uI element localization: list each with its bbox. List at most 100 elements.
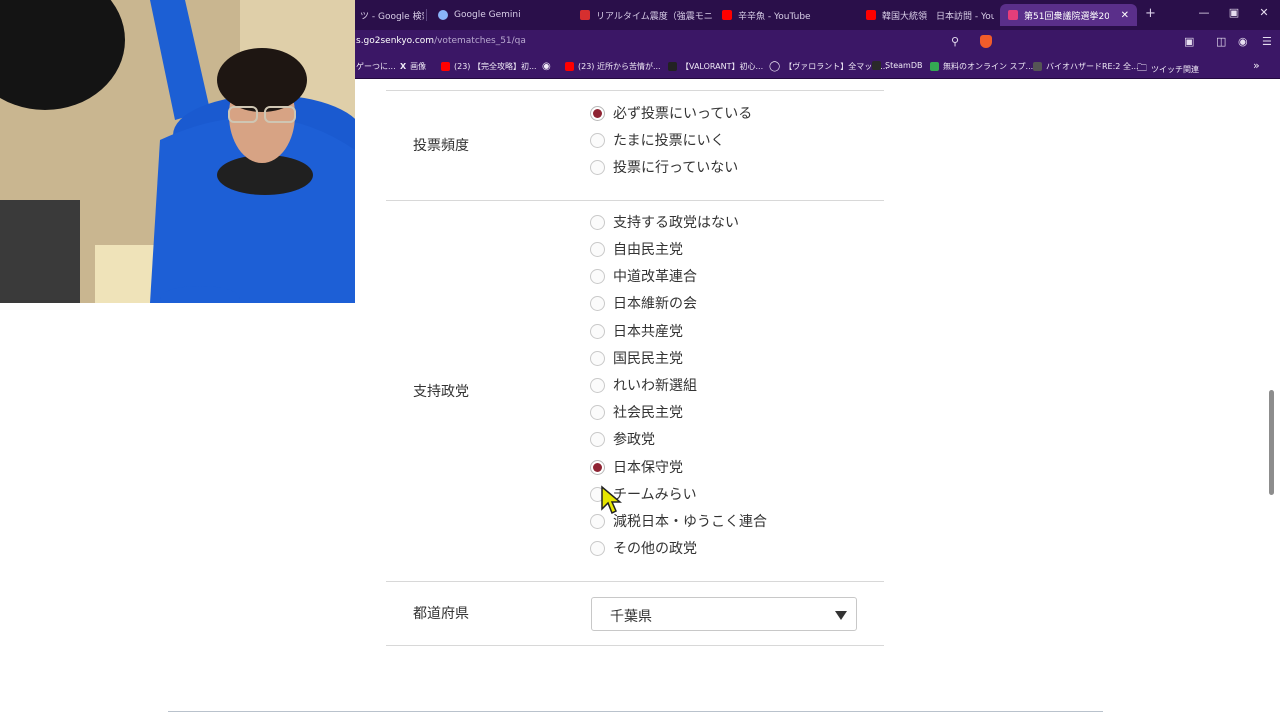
option-label: その他の政党 xyxy=(613,541,697,557)
youtube-icon xyxy=(722,10,732,20)
folder-icon: 🗀 xyxy=(1137,63,1147,74)
tab-google-gemini[interactable]: Google Gemini xyxy=(430,4,570,26)
bookmark-item[interactable]: ◉ xyxy=(542,61,551,72)
party-option[interactable]: 自由民主党 xyxy=(590,239,683,259)
bookmark-label: (23) 近所から苦情が... xyxy=(578,62,661,71)
vote-frequency-option[interactable]: たまに投票にいく xyxy=(590,130,725,150)
radio-button[interactable] xyxy=(590,132,605,148)
radio-button[interactable] xyxy=(590,323,605,339)
url-field[interactable]: s.go2senkyo.com/votematches_51/qa xyxy=(356,36,526,46)
party-option[interactable]: 日本共産党 xyxy=(590,321,683,341)
radio-button[interactable] xyxy=(590,431,605,447)
tab-google-search[interactable]: ツ - Google 検索 xyxy=(352,4,424,26)
party-option[interactable]: その他の政党 xyxy=(590,538,697,558)
bookmark-item[interactable]: (23) 【完全攻略】初... xyxy=(441,61,537,72)
radio-button[interactable] xyxy=(590,404,605,420)
scrollbar-thumb[interactable] xyxy=(1269,390,1274,495)
option-label: 参政党 xyxy=(613,432,655,448)
dropdown-arrow-icon xyxy=(835,611,847,620)
valorant-icon xyxy=(668,62,677,71)
prefecture-label: 都道府県 xyxy=(413,606,469,622)
bookmark-label: (23) 【完全攻略】初... xyxy=(454,62,537,71)
webcam-overlay xyxy=(0,0,355,303)
x-logo-icon: X xyxy=(400,62,407,71)
radio-button[interactable] xyxy=(590,513,605,529)
tab-label: リアルタイム震度（強震モニタ） xyxy=(596,11,712,22)
restore-window-icon[interactable]: ▣ xyxy=(1226,6,1242,19)
close-window-icon[interactable]: ✕ xyxy=(1256,6,1272,19)
radio-button[interactable] xyxy=(590,241,605,257)
divider xyxy=(386,200,884,201)
party-option[interactable]: 日本保守党 xyxy=(590,457,683,477)
globe-icon: ◉ xyxy=(542,61,551,72)
option-label: 必ず投票にいっている xyxy=(613,106,753,122)
bookmark-item[interactable]: バイオハザードRE:2 全... xyxy=(1033,61,1139,72)
radio-button[interactable] xyxy=(590,459,605,475)
tab-label: ツ - Google 検索 xyxy=(360,11,424,22)
sidebar-icon[interactable]: ◫ xyxy=(1216,35,1226,48)
vote-frequency-option[interactable]: 投票に行っていない xyxy=(590,157,738,177)
bookmark-item[interactable]: (23) 近所から苦情が... xyxy=(565,61,661,72)
zoom-icon[interactable]: ⚲ xyxy=(951,35,959,48)
option-label: 投票に行っていない xyxy=(613,160,739,176)
tab-youtube-shinshingyo[interactable]: 辛辛魚 - YouTube xyxy=(714,4,854,26)
close-tab-icon[interactable]: ✕ xyxy=(1121,10,1129,21)
party-option[interactable]: 日本維新の会 xyxy=(590,293,697,313)
bookmark-item[interactable]: ◯ 【ヴァロラント】全マップ... xyxy=(769,61,888,72)
bookmark-item[interactable]: X 画像 xyxy=(400,61,426,72)
option-label: 支持する政党はない xyxy=(613,215,739,231)
vote-frequency-label: 投票頻度 xyxy=(413,138,469,154)
brave-shields-icon[interactable] xyxy=(980,35,992,48)
menu-icon[interactable]: ☰ xyxy=(1262,35,1272,48)
party-option[interactable]: 参政党 xyxy=(590,429,655,449)
bookmark-label: ゲーつに... xyxy=(356,62,396,71)
option-label: 日本維新の会 xyxy=(613,296,697,312)
option-label: 日本共産党 xyxy=(613,324,683,340)
youtube-icon xyxy=(441,62,450,71)
more-bookmarks-icon[interactable]: » xyxy=(1253,59,1260,72)
youtube-icon xyxy=(565,62,574,71)
radio-button[interactable] xyxy=(590,159,605,175)
spreadsheet-icon xyxy=(930,62,939,71)
radio-button[interactable] xyxy=(590,350,605,366)
radio-button[interactable] xyxy=(590,268,605,284)
radio-button[interactable] xyxy=(590,105,605,121)
radio-button[interactable] xyxy=(590,377,605,393)
new-tab-button[interactable]: + xyxy=(1145,6,1156,21)
supported-party-label: 支持政党 xyxy=(413,384,469,400)
radio-button[interactable] xyxy=(590,214,605,230)
scrollbar[interactable] xyxy=(1267,80,1276,716)
minimize-window-icon[interactable]: — xyxy=(1196,6,1212,19)
tab-realtime-quake[interactable]: リアルタイム震度（強震モニタ） xyxy=(572,4,712,26)
option-label: 中道改革連合 xyxy=(613,269,697,285)
party-option[interactable]: 国民民主党 xyxy=(590,348,683,368)
tab-youtube-korea[interactable]: 韓国大統領 日本訪問 - YouTu xyxy=(858,4,994,26)
party-option[interactable]: 中道改革連合 xyxy=(590,266,697,286)
party-option[interactable]: 社会民主党 xyxy=(590,402,683,422)
extensions-icon[interactable]: ◉ xyxy=(1238,35,1248,48)
vote-frequency-option[interactable]: 必ず投票にいっている xyxy=(590,103,752,123)
bookmark-label: 画像 xyxy=(410,62,427,71)
circle-icon: ◯ xyxy=(769,61,781,72)
url-path: /votematches_51/qa xyxy=(434,36,526,46)
bookmark-label: 無料のオンライン スプ... xyxy=(943,62,1034,71)
party-option[interactable]: 支持する政党はない xyxy=(590,212,739,232)
radio-button[interactable] xyxy=(590,295,605,311)
divider xyxy=(386,581,884,582)
option-label: チームみらい xyxy=(613,487,697,503)
go2senkyo-icon xyxy=(1008,10,1018,20)
steamdb-icon xyxy=(872,61,881,70)
bookmark-item[interactable]: SteamDB xyxy=(872,61,922,70)
bookmark-item[interactable]: 【VALORANT】初心... xyxy=(668,61,763,72)
bookmark-item[interactable]: 無料のオンライン スプ... xyxy=(930,61,1033,72)
tab-go2senkyo-active[interactable]: 第51回衆議院選挙2026 投 ✕ xyxy=(1000,4,1137,26)
radio-button[interactable] xyxy=(590,540,605,556)
bookmark-item[interactable]: ゲーつに... xyxy=(356,61,396,72)
party-option[interactable]: れいわ新選組 xyxy=(590,375,697,395)
url-host: s.go2senkyo.com xyxy=(356,36,435,46)
screenshot-icon[interactable]: ▣ xyxy=(1184,35,1194,48)
prefecture-select[interactable]: 千葉県 xyxy=(591,597,857,631)
bookmark-folder[interactable]: 🗀 ツイッチ関連 xyxy=(1137,61,1199,78)
tab-label: 第51回衆議院選挙2026 投 xyxy=(1024,11,1109,22)
streamer-webcam-image xyxy=(0,0,355,303)
